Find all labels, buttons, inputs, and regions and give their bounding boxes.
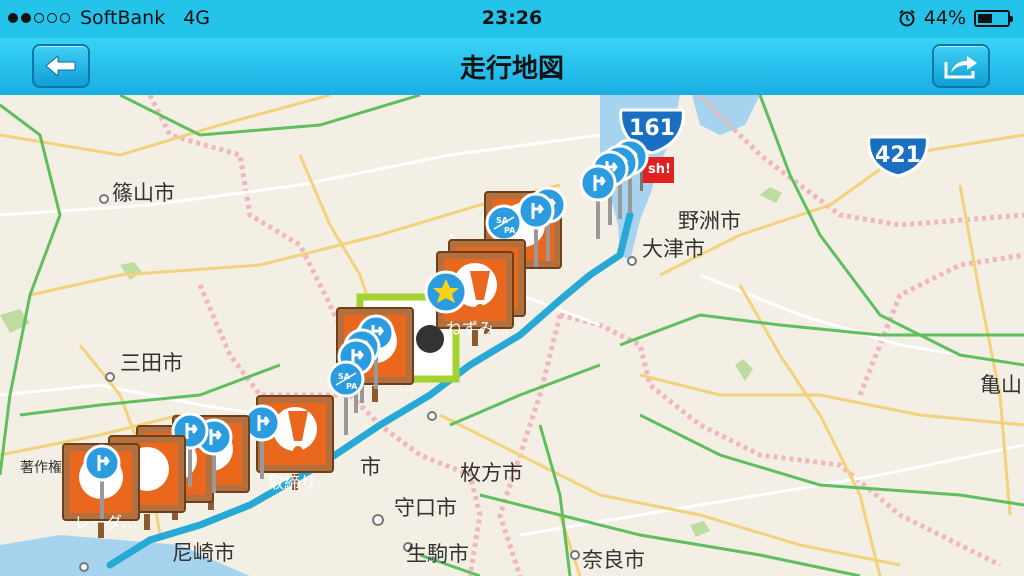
navigation-bar: 走行地図 bbox=[0, 38, 1024, 96]
battery-icon bbox=[974, 9, 1013, 27]
flag-label: sh! bbox=[648, 162, 671, 177]
enforcement-label: 取締り bbox=[268, 473, 317, 492]
sapa-label: PA bbox=[504, 226, 516, 235]
ratcatch-label: ねずみ… bbox=[446, 319, 511, 338]
radar-label: レーダ… bbox=[74, 513, 139, 532]
marker-layer bbox=[62, 138, 674, 539]
share-icon bbox=[944, 56, 977, 79]
marker-label: … bbox=[398, 376, 414, 395]
page-title: 走行地図 bbox=[459, 54, 564, 84]
sapa-label: SA bbox=[338, 372, 350, 381]
favorite-star-icon[interactable] bbox=[424, 270, 468, 314]
share-button[interactable] bbox=[932, 44, 990, 88]
status-right: 44% bbox=[898, 7, 1013, 29]
battery-percent: 44% bbox=[923, 7, 966, 29]
status-bar: SoftBank 4G 23:26 44% bbox=[0, 0, 1024, 38]
sapa-label: PA bbox=[346, 382, 358, 391]
alarm-icon bbox=[899, 9, 915, 27]
route-map[interactable]: 篠山市 野洲市 大津市 三田市 亀山 枚方市 守口市 尼崎市 生駒市 奈良市 市… bbox=[0, 95, 1024, 576]
clock: 23:26 bbox=[481, 7, 543, 29]
sapa-label: SA bbox=[496, 216, 508, 225]
